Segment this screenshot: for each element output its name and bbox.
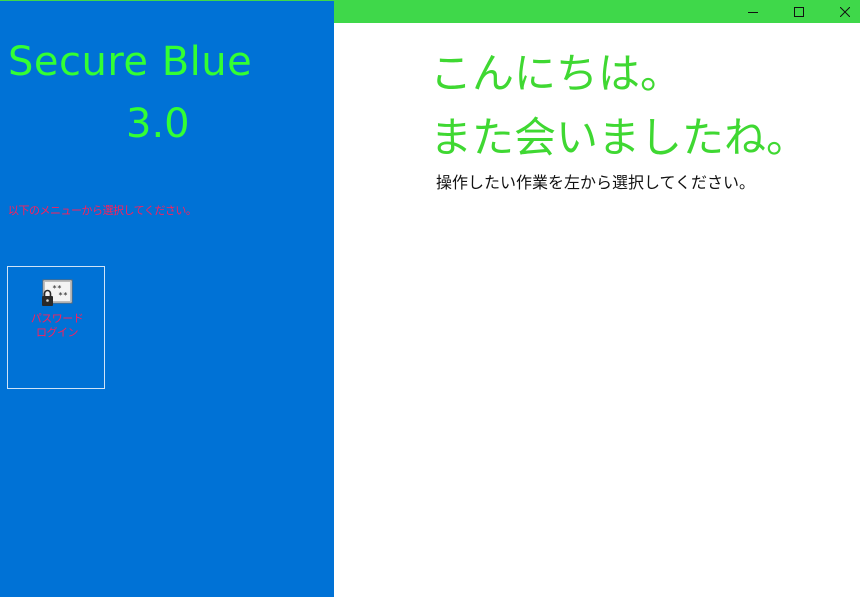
menu-hint: 以下のメニューから選択してください。 bbox=[8, 204, 197, 217]
minimize-icon bbox=[748, 11, 758, 13]
greeting-welcome-back: また会いましたね。 bbox=[430, 113, 809, 162]
password-login-tile[interactable]: ** ** パスワード ログイン bbox=[7, 266, 105, 389]
maximize-button[interactable] bbox=[776, 0, 822, 23]
close-icon bbox=[840, 6, 850, 17]
app-version: 3.0 bbox=[126, 101, 190, 147]
close-button[interactable] bbox=[822, 0, 860, 23]
password-lock-icon: ** ** bbox=[42, 279, 73, 306]
titlebar bbox=[334, 0, 860, 23]
sidebar: Secure Blue 3.0 以下のメニューから選択してください。 ** **… bbox=[0, 1, 334, 597]
greeting-hello: こんにちは。 bbox=[430, 49, 683, 98]
instruction-text: 操作したい作業を左から選択してください。 bbox=[436, 173, 756, 192]
password-login-label-line2: ログイン bbox=[36, 326, 79, 339]
minimize-button[interactable] bbox=[730, 0, 776, 23]
svg-text:**: ** bbox=[58, 291, 68, 300]
password-login-label: パスワード ログイン bbox=[8, 312, 106, 340]
app-title: Secure Blue bbox=[8, 39, 253, 85]
maximize-icon bbox=[794, 6, 804, 17]
app-window: Secure Blue 3.0 以下のメニューから選択してください。 ** **… bbox=[0, 0, 860, 597]
password-login-label-line1: パスワード bbox=[30, 312, 84, 325]
